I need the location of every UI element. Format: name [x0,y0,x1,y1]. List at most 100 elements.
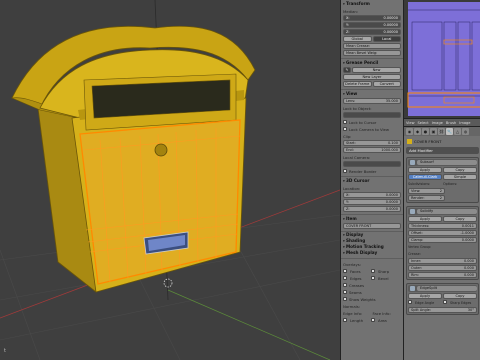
solidify-copy-button[interactable]: Copy [443,216,477,222]
constraints-tab-icon[interactable]: ⛓ [438,128,445,135]
grease-pencil-title[interactable]: Grease Pencil [343,60,401,66]
3d-viewport[interactable]: t [0,0,340,360]
add-modifier-button[interactable]: Add Modifier [406,147,479,154]
local-button[interactable]: Local [372,36,401,42]
face-info-label: Face Info: [372,310,391,316]
lock-to-object-label: Lock to Object: [343,105,372,111]
new-gp-button[interactable]: New [352,67,401,73]
clip-label: Clip: [343,133,352,139]
outer-field[interactable]: Outer: 0.000 [408,265,477,271]
pencil-icon[interactable]: ✎ [343,67,351,73]
collapsed-panels: Display Shading Motion Tracking Mesh Dis… [341,232,403,259]
world-tab-icon[interactable]: ● [422,128,429,135]
subsurf-apply-button[interactable]: Apply [408,167,442,173]
convert-button[interactable]: Convert [372,81,401,87]
median-z-field[interactable]: Z: 0.00000 [343,29,401,35]
material-tab-icon[interactable]: ◍ [462,128,469,135]
creases-checkbox[interactable] [343,283,347,287]
scene-tab-icon[interactable]: ◆ [414,128,421,135]
edgesplit-modifier: EdgeSplit Apply Copy Edge Angle Sharp Edge… [406,283,479,315]
solidify-name-field[interactable]: Solidify [417,208,477,215]
bevel-checkbox[interactable] [371,276,375,280]
sharp-edges-checkbox[interactable] [443,300,447,304]
render-tab-icon[interactable]: ◉ [406,128,413,135]
grease-pencil-panel: Grease Pencil ✎New New Layer Delete Fram… [341,59,403,90]
viewport-scene [0,0,340,360]
area-checkbox[interactable] [371,318,375,322]
properties-tabs: ◉ ◆ ● ▣ ⛓ 🔧 △ ◍ [404,127,480,136]
new-layer-button[interactable]: New Layer [343,74,401,80]
item-name-field[interactable]: COVER FRONT [343,223,401,229]
simple-tab[interactable]: Simple [443,174,477,180]
length-checkbox[interactable] [343,318,347,322]
menu-image-2[interactable]: Image [459,121,470,125]
mean-bevel-field[interactable]: Mean Bevel Weig: [343,50,401,56]
modifiers-tab-icon[interactable]: 🔧 [446,128,453,135]
show-weights-checkbox[interactable] [343,297,347,301]
menu-brush[interactable]: Brush [446,121,456,125]
cursor-panel: 3D Cursor Location: X:0.0000 Y:0.0000 Z:… [341,177,403,215]
edgesplit-apply-button[interactable]: Apply [408,293,442,299]
edgesplit-name-field[interactable]: EdgeSplit [417,285,477,292]
data-tab-icon[interactable]: △ [454,128,461,135]
lock-cursor-label: Lock to Cursor [349,119,377,125]
seams-checkbox[interactable] [343,290,347,294]
lens-field[interactable]: Lens: 35.000 [343,98,401,104]
split-angle-field[interactable]: Split Angle: 30° [408,307,477,313]
edges-checkbox[interactable] [343,276,347,280]
clip-start-field[interactable]: Start: 0.100 [343,140,401,146]
uv-editor-header: View Select Image Brush Image [404,118,480,127]
clip-end-field[interactable]: End: 1000.000 [343,147,401,153]
median-x-field[interactable]: X: 0.00000 [343,15,401,21]
render-border-checkbox[interactable] [343,169,347,173]
item-title[interactable]: Item [343,216,401,222]
median-label: Median: [343,8,359,14]
subsurf-name-field[interactable]: Subsurf [417,159,477,166]
inner-field[interactable]: Inner: 0.000 [408,258,477,264]
cursor-z-field[interactable]: Z: 0.0000 [343,206,401,212]
clamp-field[interactable]: Clamp: 0.0000 [408,237,477,243]
solidify-apply-button[interactable]: Apply [408,216,442,222]
subsurf-copy-button[interactable]: Copy [443,167,477,173]
global-button[interactable]: Global [343,36,372,42]
menu-image[interactable]: Image [432,121,443,125]
object-breadcrumb: COVER FRONT [404,137,480,145]
median-y-field[interactable]: Y: 0.00000 [343,22,401,28]
delete-frame-button[interactable]: Delete Frame [343,81,372,87]
item-panel: Item COVER FRONT [341,215,403,232]
cursor-x-field[interactable]: X: 0.0000 [343,192,401,198]
object-tab-icon[interactable]: ▣ [430,128,437,135]
cursor-title[interactable]: 3D Cursor [343,178,401,184]
right-column: View Select Image Brush Image ◉ ◆ ● ▣ ⛓ … [403,0,480,360]
menu-select[interactable]: Select [418,121,429,125]
thickness-field[interactable]: Thickness: 0.0011 [408,223,477,229]
properties-region[interactable]: Transform Median: X:0.00000 Y:0.00000 Z:… [340,0,403,360]
catmull-clark-tab[interactable]: Catmull-Clark [408,174,442,180]
mean-crease-field[interactable]: Mean Crease: [343,43,401,49]
view-title[interactable]: View [343,91,401,97]
edgesplit-icon [410,286,415,291]
edgesplit-copy-button[interactable]: Copy [443,293,477,299]
y-axis-line [167,289,331,360]
lock-camera-checkbox[interactable] [343,127,347,131]
edge-angle-checkbox[interactable] [408,300,412,304]
sharp-checkbox[interactable] [371,269,375,273]
mesh-display-panel-title[interactable]: Mesh Display [343,250,401,256]
uv-editor-preview[interactable] [404,0,480,118]
rim-field[interactable]: Rim: 0.000 [408,272,477,278]
object-name: COVER FRONT [414,138,442,144]
render-border-label: Render Border [349,168,377,174]
mailbox-model[interactable] [10,25,256,293]
transform-title[interactable]: Transform [343,1,401,7]
cursor-y-field[interactable]: Y: 0.0000 [343,199,401,205]
normals-label: Normals: [343,303,360,309]
lock-cursor-checkbox[interactable] [343,120,347,124]
lock-object-field[interactable] [343,112,401,118]
subsurf-render-field[interactable]: Render: 2 [408,195,445,201]
uv-preview-image [404,0,480,118]
local-camera-field[interactable] [343,161,401,167]
menu-view[interactable]: View [406,121,415,125]
faces-checkbox[interactable] [343,269,347,273]
subsurf-view-field[interactable]: View: 2 [408,188,445,194]
offset-field[interactable]: Offset: -1.0000 [408,230,477,236]
